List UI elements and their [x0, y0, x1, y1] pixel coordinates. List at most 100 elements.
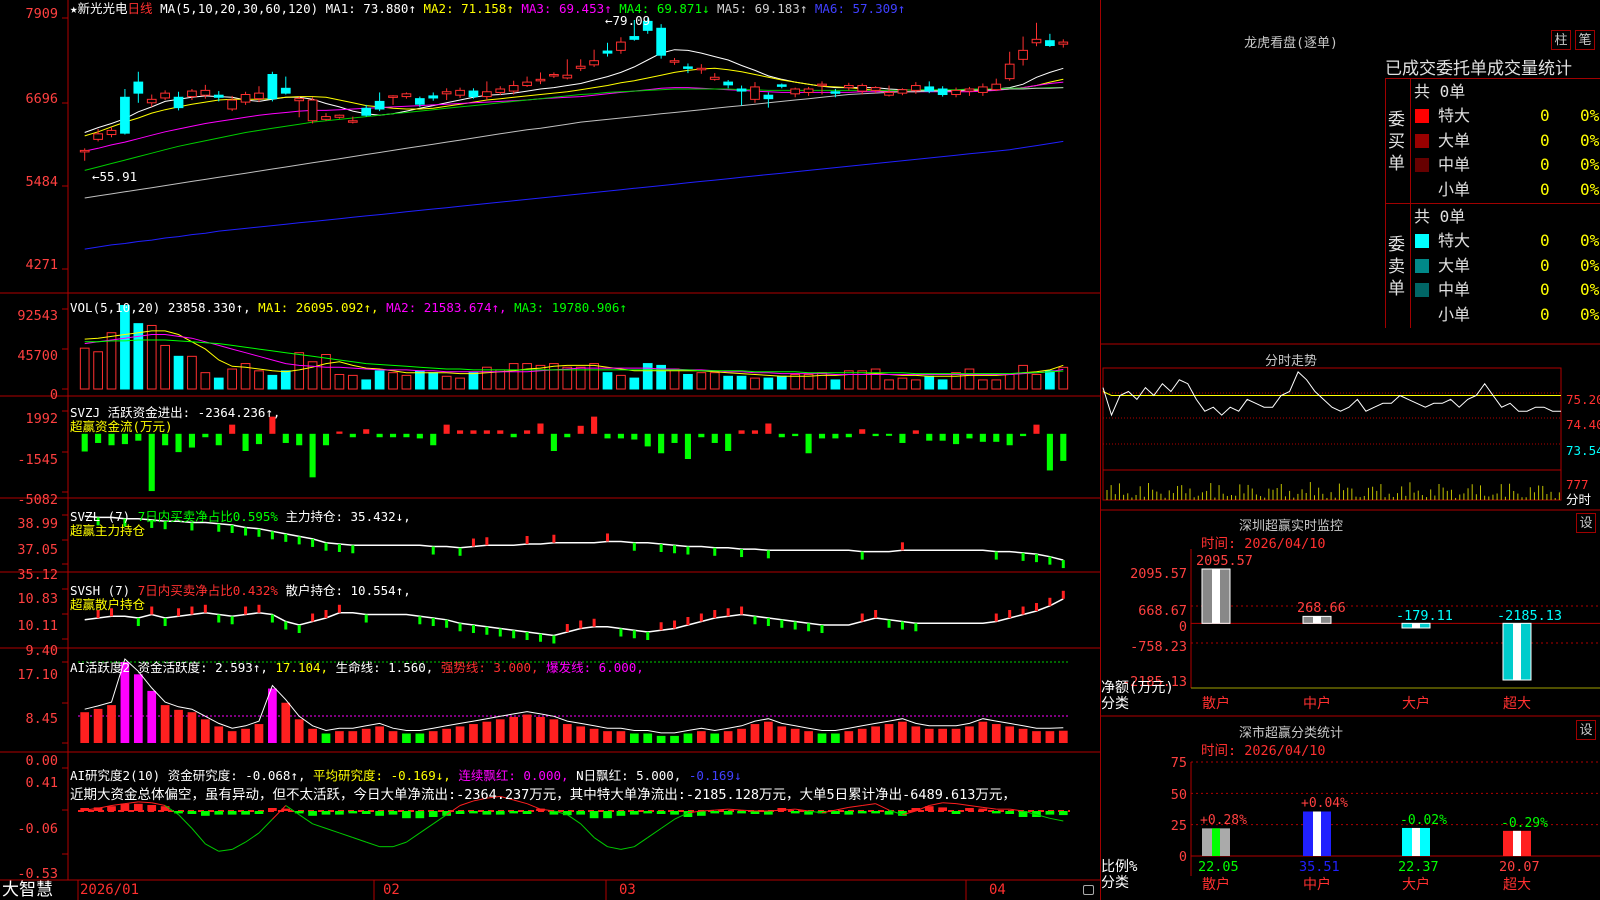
svsh-line-tick	[807, 623, 811, 632]
svzl-line-tick	[525, 535, 529, 544]
svsh-line-tick	[673, 620, 677, 629]
ss-category-label: 散户	[1202, 877, 1230, 893]
svsh-line-tick	[177, 608, 181, 617]
ss-change-label: -0.29%	[1501, 815, 1548, 831]
ai1-bar	[1032, 731, 1041, 743]
ss-change-label: +0.28%	[1200, 813, 1247, 829]
svzj-bar	[537, 423, 544, 434]
candle-body	[254, 92, 264, 100]
candle-body	[803, 88, 814, 93]
svzl-line-tick	[284, 533, 288, 542]
svzj-bar	[966, 433, 973, 439]
candle-body	[401, 93, 412, 98]
tick-toggle-button[interactable]: 笔	[1575, 30, 1595, 50]
sell-total: 共 0单	[1414, 207, 1466, 226]
svzj-bar	[121, 433, 128, 445]
candle-body	[750, 86, 760, 100]
sell-row-label-2: 中单	[1438, 280, 1471, 299]
ai1-bar	[723, 731, 733, 743]
volume-bar	[696, 372, 707, 390]
candle-body	[830, 91, 841, 94]
svsh-line-tick	[1008, 610, 1012, 619]
buy-total: 共 0单	[1414, 82, 1466, 101]
volume-bar	[910, 379, 921, 390]
sz-category-label: 中户	[1303, 696, 1331, 712]
ai2-line-seg	[714, 808, 729, 811]
volume-bar	[93, 351, 103, 390]
sz-time: 时间: 2026/04/10	[1201, 536, 1326, 552]
svzj-bar	[872, 433, 879, 437]
svsh-line-tick	[324, 610, 328, 619]
svzj-bar	[175, 433, 182, 453]
svzl-line-tick	[337, 543, 341, 552]
lock-icon[interactable]	[1083, 885, 1094, 895]
ai1-bar	[991, 724, 1001, 743]
candle-body	[1031, 38, 1042, 44]
ai2-bar	[254, 811, 264, 814]
sell-row-pct-1: 0%	[1580, 255, 1600, 275]
svsh-p1: 7日内买卖净占比0.432%	[137, 583, 278, 598]
candle-body	[736, 88, 747, 92]
svsh-line-tick	[1021, 606, 1025, 615]
candle-body	[683, 66, 693, 69]
sz-settings-button[interactable]: 设	[1576, 513, 1596, 533]
svzj-bar	[229, 424, 236, 434]
ai2-bar	[656, 811, 666, 814]
ai1-bar	[737, 728, 746, 743]
volume-bar	[964, 368, 975, 390]
candle-body	[1058, 41, 1069, 45]
sz-ytick-3: -758.23	[1130, 639, 1187, 655]
ai2-bar	[469, 811, 478, 814]
sz-category-label: 散户	[1202, 696, 1230, 712]
ai1-bar	[321, 733, 331, 743]
candle-body	[535, 78, 546, 82]
volume-bar	[334, 373, 345, 390]
candle-body	[951, 89, 961, 96]
lhb-tabs[interactable]: 已成交委托单成交量统计	[1385, 54, 1600, 79]
svsh-line-tick	[914, 623, 918, 632]
ai1-bar	[388, 731, 398, 743]
candle-body	[120, 96, 130, 134]
left-chart-area[interactable]: ★新光光电日线 MA(5,10,20,30,60,120) MA1: 73.88…	[0, 0, 1100, 900]
svzj-bar	[577, 425, 584, 434]
ai1-bar	[107, 705, 116, 743]
volume-bar	[495, 369, 506, 390]
ai2-bar	[133, 803, 143, 811]
fs-title: 分时走势	[1264, 354, 1317, 369]
ai1-name: AI活跃度2	[70, 660, 131, 675]
candle-body	[213, 94, 224, 98]
ai2-bar	[147, 805, 157, 811]
candle-body	[589, 60, 599, 66]
ss-settings-button[interactable]: 设	[1576, 720, 1596, 740]
svzj-bar	[912, 430, 919, 434]
buy-row-pct-2: 0%	[1580, 155, 1600, 174]
svzj-bar	[497, 430, 504, 434]
svsh-line-tick	[498, 628, 502, 637]
svzj-bar	[644, 433, 651, 447]
ai2-line-seg	[634, 837, 649, 848]
candle-body	[817, 83, 827, 87]
column-toggle-button[interactable]: 柱	[1551, 30, 1571, 50]
svzj-bar	[470, 430, 477, 434]
svzl-ytick-1: 37.05	[17, 542, 58, 558]
ai2-bar	[495, 811, 505, 815]
ai1-bar	[656, 735, 666, 743]
ai1-bar	[375, 726, 384, 743]
buy-row-swatch-3	[1415, 183, 1429, 197]
ss-time: 时间: 2026/04/10	[1201, 743, 1326, 759]
sz-cat-label: 分类	[1101, 696, 1129, 712]
sell-side-label: 委卖单	[1388, 235, 1405, 299]
candle-body	[347, 120, 358, 123]
ai2-line-seg	[312, 823, 327, 829]
ai1-bar	[710, 733, 720, 743]
ai2-bar	[268, 808, 277, 811]
vol-ytick-0: 92543	[17, 308, 58, 324]
volume-bar	[1004, 373, 1015, 390]
svzj-bar	[162, 433, 169, 446]
svsh-name: SVSH (7)	[70, 583, 131, 598]
ai2-bar	[643, 811, 653, 814]
buy-row-pct-0: 0%	[1580, 106, 1600, 125]
lhb-title: 龙虎看盘(逐单)	[1244, 36, 1338, 51]
ai2-bar	[187, 811, 197, 814]
svzl-line-tick	[860, 551, 864, 560]
